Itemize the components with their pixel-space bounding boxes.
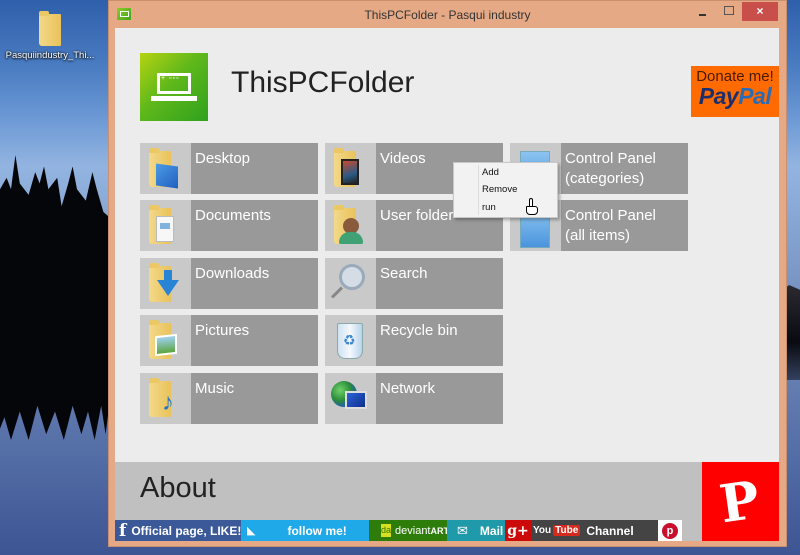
desktop-icon-pasquiindustry[interactable]: Pasquiindustry_Thi... bbox=[2, 10, 98, 61]
minimize-button[interactable] bbox=[690, 2, 716, 21]
videos-folder-icon bbox=[325, 143, 376, 194]
googleplus-icon: g+ bbox=[507, 522, 529, 539]
deviantart-icon: da bbox=[381, 524, 392, 537]
maximize-button[interactable] bbox=[716, 2, 742, 21]
pinterest-link[interactable]: p bbox=[658, 520, 682, 541]
facebook-icon: f bbox=[119, 520, 127, 541]
tile-downloads[interactable]: Downloads bbox=[140, 258, 318, 309]
menu-item-add[interactable]: Add bbox=[482, 167, 499, 178]
youtube-label: Channel bbox=[586, 523, 634, 538]
tile-label: Desktop bbox=[195, 150, 251, 167]
user-folder-icon bbox=[325, 200, 376, 251]
context-menu: Add Remove run bbox=[453, 162, 558, 218]
tile-label: Control Panel (all items) bbox=[565, 207, 656, 244]
facebook-link[interactable]: f Official page, LIKE! bbox=[115, 520, 241, 541]
pasqui-logo-icon: P bbox=[715, 469, 764, 536]
music-folder-icon: ♪ bbox=[140, 373, 191, 424]
menu-item-run[interactable]: run bbox=[482, 202, 496, 213]
tile-label: Recycle bin bbox=[380, 322, 458, 339]
documents-folder-icon bbox=[140, 200, 191, 251]
pictures-folder-icon bbox=[140, 315, 191, 366]
app-window: ThisPCFolder - Pasqui industry × ThisPCF… bbox=[108, 0, 787, 547]
app-title: ThisPCFolder bbox=[231, 66, 415, 99]
desktop-wallpaper-trees bbox=[0, 155, 110, 440]
tile-label: Music bbox=[195, 380, 235, 397]
tile-recycle-bin[interactable]: Recycle bin bbox=[325, 315, 503, 366]
youtube-link[interactable]: You Tube Channel bbox=[531, 520, 658, 541]
mail-link[interactable]: ✉ Mail bbox=[447, 520, 505, 541]
tile-desktop[interactable]: Desktop bbox=[140, 143, 318, 194]
window-title: ThisPCFolder - Pasqui industry bbox=[364, 8, 531, 22]
deviantart-link[interactable]: da deviantART bbox=[369, 520, 449, 541]
social-links-bar: f Official page, LIKE! ◣ follow me! da d… bbox=[115, 520, 702, 541]
downloads-folder-icon bbox=[140, 258, 191, 309]
menu-separator bbox=[478, 165, 479, 215]
hand-cursor-icon bbox=[525, 198, 539, 216]
client-area: ThisPCFolder Donate me! PayPal Desktop D… bbox=[115, 28, 779, 541]
tile-documents[interactable]: Documents bbox=[140, 200, 318, 251]
menu-item-remove[interactable]: Remove bbox=[482, 184, 517, 195]
youtube-icon: You bbox=[533, 525, 552, 536]
paypal-logo: PayPal bbox=[698, 83, 772, 109]
desktop-folder-icon bbox=[140, 143, 191, 194]
deviantart-label: deviantART bbox=[395, 524, 449, 537]
tile-label: Documents bbox=[195, 207, 271, 224]
pinterest-icon: p bbox=[662, 522, 678, 539]
close-button[interactable]: × bbox=[742, 2, 778, 21]
twitter-icon: ◣ bbox=[247, 525, 256, 537]
twitter-link[interactable]: ◣ follow me! bbox=[241, 520, 369, 541]
folder-icon bbox=[37, 10, 63, 46]
about-title[interactable]: About bbox=[140, 472, 216, 505]
about-bar: About f Official page, LIKE! ◣ follow me… bbox=[115, 462, 779, 541]
facebook-label: Official page, LIKE! bbox=[131, 523, 242, 538]
tile-label: Downloads bbox=[195, 265, 270, 282]
mail-icon: ✉ bbox=[457, 522, 468, 538]
network-icon bbox=[325, 373, 376, 424]
tile-pictures[interactable]: Pictures bbox=[140, 315, 318, 366]
tile-label: Network bbox=[380, 380, 436, 397]
tile-label: Control Panel (categories) bbox=[565, 150, 656, 187]
tile-label: Search bbox=[380, 265, 428, 282]
tile-network[interactable]: Network bbox=[325, 373, 503, 424]
donate-paypal-button[interactable]: Donate me! PayPal bbox=[691, 66, 779, 117]
twitter-label: follow me! bbox=[287, 523, 347, 538]
tile-search[interactable]: Search bbox=[325, 258, 503, 309]
tile-music[interactable]: ♪ Music bbox=[140, 373, 318, 424]
tile-label: Pictures bbox=[195, 322, 250, 339]
mail-label: Mail bbox=[479, 523, 504, 538]
search-icon bbox=[325, 258, 376, 309]
desktop-icon-label: Pasquiindustry_Thi... bbox=[5, 50, 95, 61]
app-logo-icon bbox=[140, 53, 208, 121]
title-bar[interactable]: ThisPCFolder - Pasqui industry × bbox=[109, 1, 786, 29]
googleplus-link[interactable]: g+ bbox=[505, 520, 531, 541]
recycle-bin-icon bbox=[325, 315, 376, 366]
pasqui-industry-logo[interactable]: P bbox=[702, 462, 779, 541]
